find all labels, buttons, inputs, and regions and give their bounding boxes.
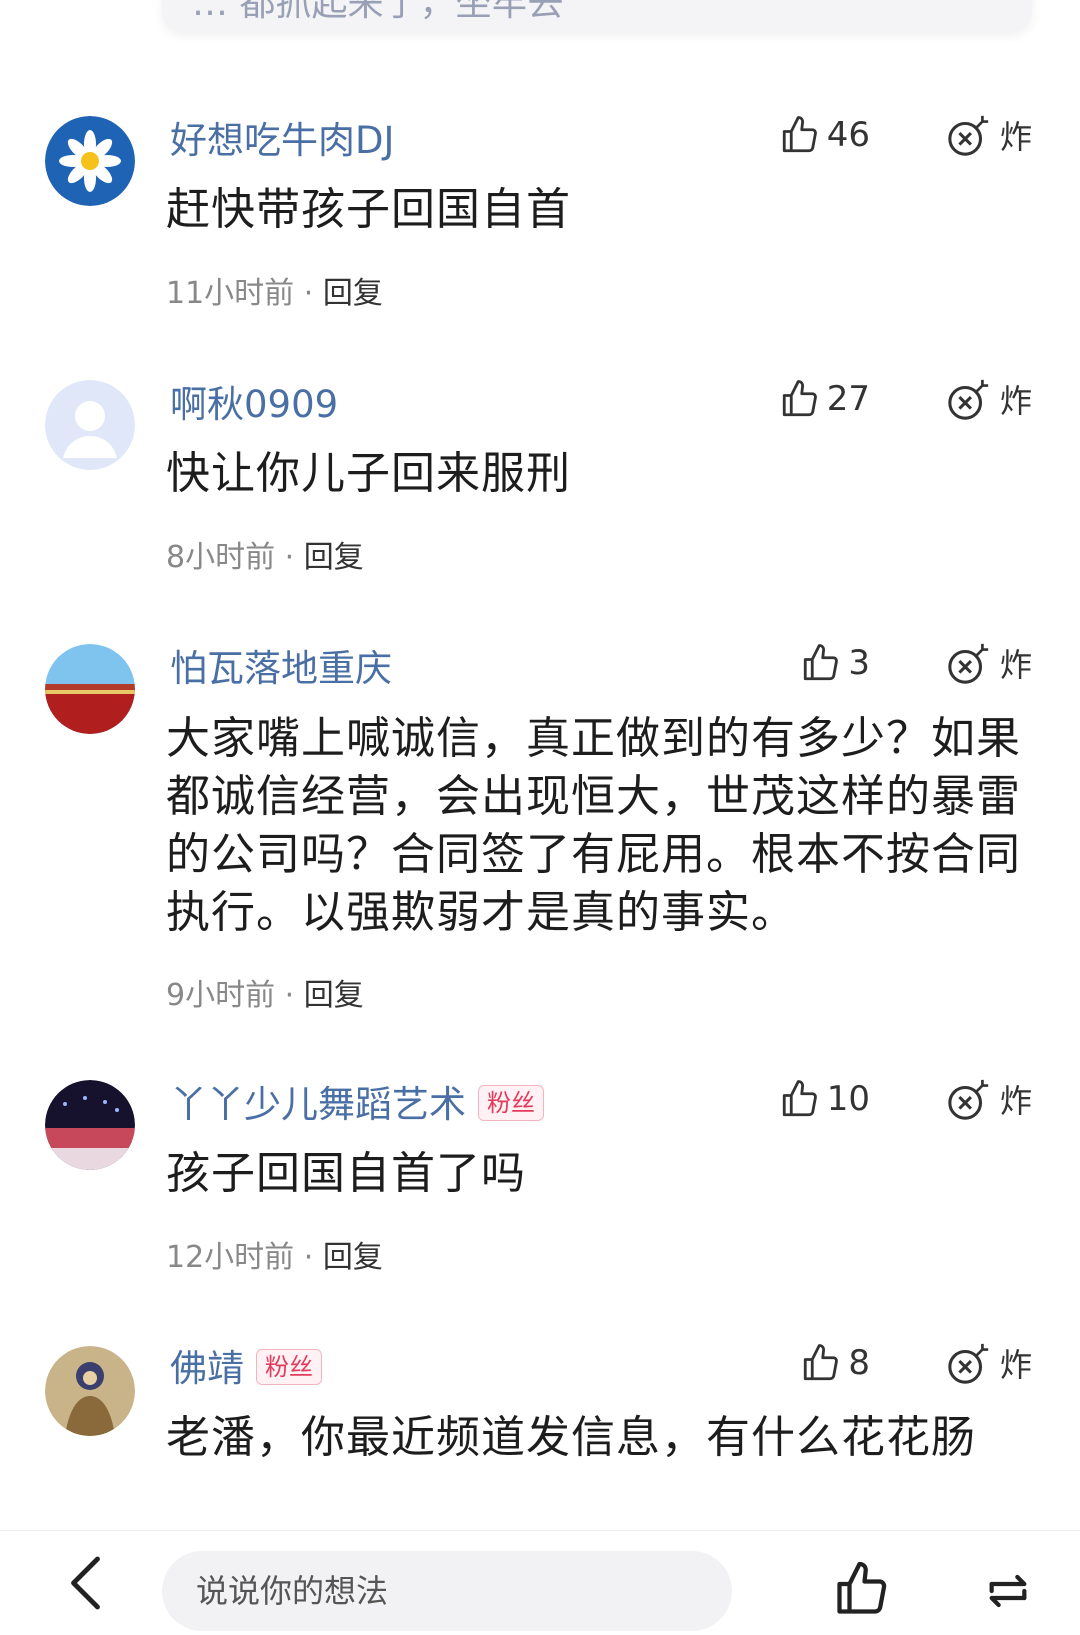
bomb-label: 炸 <box>999 646 1032 684</box>
share-icon[interactable] <box>980 1563 1036 1619</box>
comment-content: 赶快带孩子回国自首 <box>166 184 571 235</box>
thumbs-up-icon <box>804 644 839 681</box>
daisy-avatar-icon <box>45 116 135 206</box>
comment-meta: 12小时前 · 回复 <box>166 1232 383 1276</box>
thumbs-up-icon <box>782 1080 817 1117</box>
comment-time: 8小时前 <box>166 540 276 575</box>
like-count: 27 <box>826 379 870 419</box>
username[interactable]: 怕瓦落地重庆 <box>170 638 392 692</box>
bomb-button[interactable]: 炸 <box>946 110 1032 160</box>
like-button[interactable]: 10 <box>779 1074 870 1124</box>
avatar[interactable] <box>45 644 135 734</box>
like-button[interactable]: 27 <box>779 374 870 424</box>
reply-button[interactable]: 回复 <box>304 978 364 1013</box>
avatar[interactable] <box>45 1080 135 1170</box>
like-count: 10 <box>826 1079 870 1119</box>
comment-meta: 11小时前 · 回复 <box>166 268 383 312</box>
avatar[interactable] <box>45 116 135 206</box>
comment-meta: 8小时前 · 回复 <box>166 532 364 576</box>
bomb-label: 炸 <box>999 382 1032 420</box>
bomb-icon <box>948 1343 989 1384</box>
thumbs-up-icon[interactable] <box>832 1559 892 1619</box>
bomb-label: 炸 <box>999 1082 1032 1120</box>
meta-separator: · <box>284 540 295 575</box>
comment-meta: 9小时前 · 回复 <box>166 970 364 1014</box>
thumbs-up-icon <box>804 1344 839 1381</box>
like-count: 3 <box>848 643 870 683</box>
comment-content: 大家嘴上喊诚信，真正做到的有多少？如果都诚信经营，会出现恒大，世茂这样的暴雷的公… <box>166 713 1021 938</box>
comment-content: 老潘，你最近频道发信息，有什么花花肠 <box>166 1412 976 1463</box>
bomb-button[interactable]: 炸 <box>946 1074 1032 1124</box>
bomb-label: 炸 <box>999 118 1032 156</box>
username-text: 佛靖 <box>170 1347 244 1390</box>
bomb-icon <box>948 379 989 420</box>
like-count: 8 <box>848 1343 870 1383</box>
username[interactable]: 丫丫少儿舞蹈艺术 粉丝 <box>170 1074 544 1128</box>
fan-badge: 粉丝 <box>256 1349 322 1385</box>
comment-time: 12小时前 <box>166 1240 295 1275</box>
painting-avatar-icon <box>45 1346 135 1436</box>
comment-content: 孩子回国自首了吗 <box>166 1148 526 1199</box>
like-count: 46 <box>826 115 870 155</box>
comment-time: 11小时前 <box>166 276 295 311</box>
previous-reply-card[interactable]: … 都抓起来了，坐牢去 <box>162 0 1032 32</box>
username[interactable]: 啊秋0909 <box>170 374 338 428</box>
back-icon[interactable] <box>62 1553 112 1613</box>
username[interactable]: 佛靖 粉丝 <box>170 1338 322 1392</box>
stage-avatar-icon <box>45 1080 135 1170</box>
reply-button[interactable]: 回复 <box>304 540 364 575</box>
meta-separator: · <box>303 1240 314 1275</box>
thumbs-up-icon <box>782 380 817 417</box>
bomb-button[interactable]: 炸 <box>946 638 1032 688</box>
previous-reply-text: … 都抓起来了，坐牢去 <box>192 0 564 24</box>
bottom-bar <box>0 1530 1080 1635</box>
bomb-icon <box>948 643 989 684</box>
comment-time: 9小时前 <box>166 978 276 1013</box>
meta-separator: · <box>284 978 295 1013</box>
fan-badge: 粉丝 <box>478 1085 544 1121</box>
comment-input[interactable] <box>162 1551 732 1631</box>
like-button[interactable]: 3 <box>800 638 870 688</box>
username-text: 丫丫少儿舞蹈艺术 <box>170 1083 466 1126</box>
meta-separator: · <box>303 276 314 311</box>
comment-content: 快让你儿子回来服刑 <box>166 448 571 499</box>
avatar[interactable] <box>45 1346 135 1436</box>
username[interactable]: 好想吃牛肉DJ <box>170 110 394 164</box>
bomb-icon <box>948 1079 989 1120</box>
thumbs-up-icon <box>782 116 817 153</box>
bomb-button[interactable]: 炸 <box>946 1338 1032 1388</box>
reply-button[interactable]: 回复 <box>323 276 383 311</box>
like-button[interactable]: 46 <box>779 110 870 160</box>
like-button[interactable]: 8 <box>800 1338 870 1388</box>
bomb-button[interactable]: 炸 <box>946 374 1032 424</box>
bomb-icon <box>948 115 989 156</box>
reply-button[interactable]: 回复 <box>323 1240 383 1275</box>
bomb-label: 炸 <box>999 1346 1032 1384</box>
default-avatar-icon <box>45 380 135 470</box>
palace-avatar-icon <box>45 644 135 734</box>
avatar[interactable] <box>45 380 135 470</box>
